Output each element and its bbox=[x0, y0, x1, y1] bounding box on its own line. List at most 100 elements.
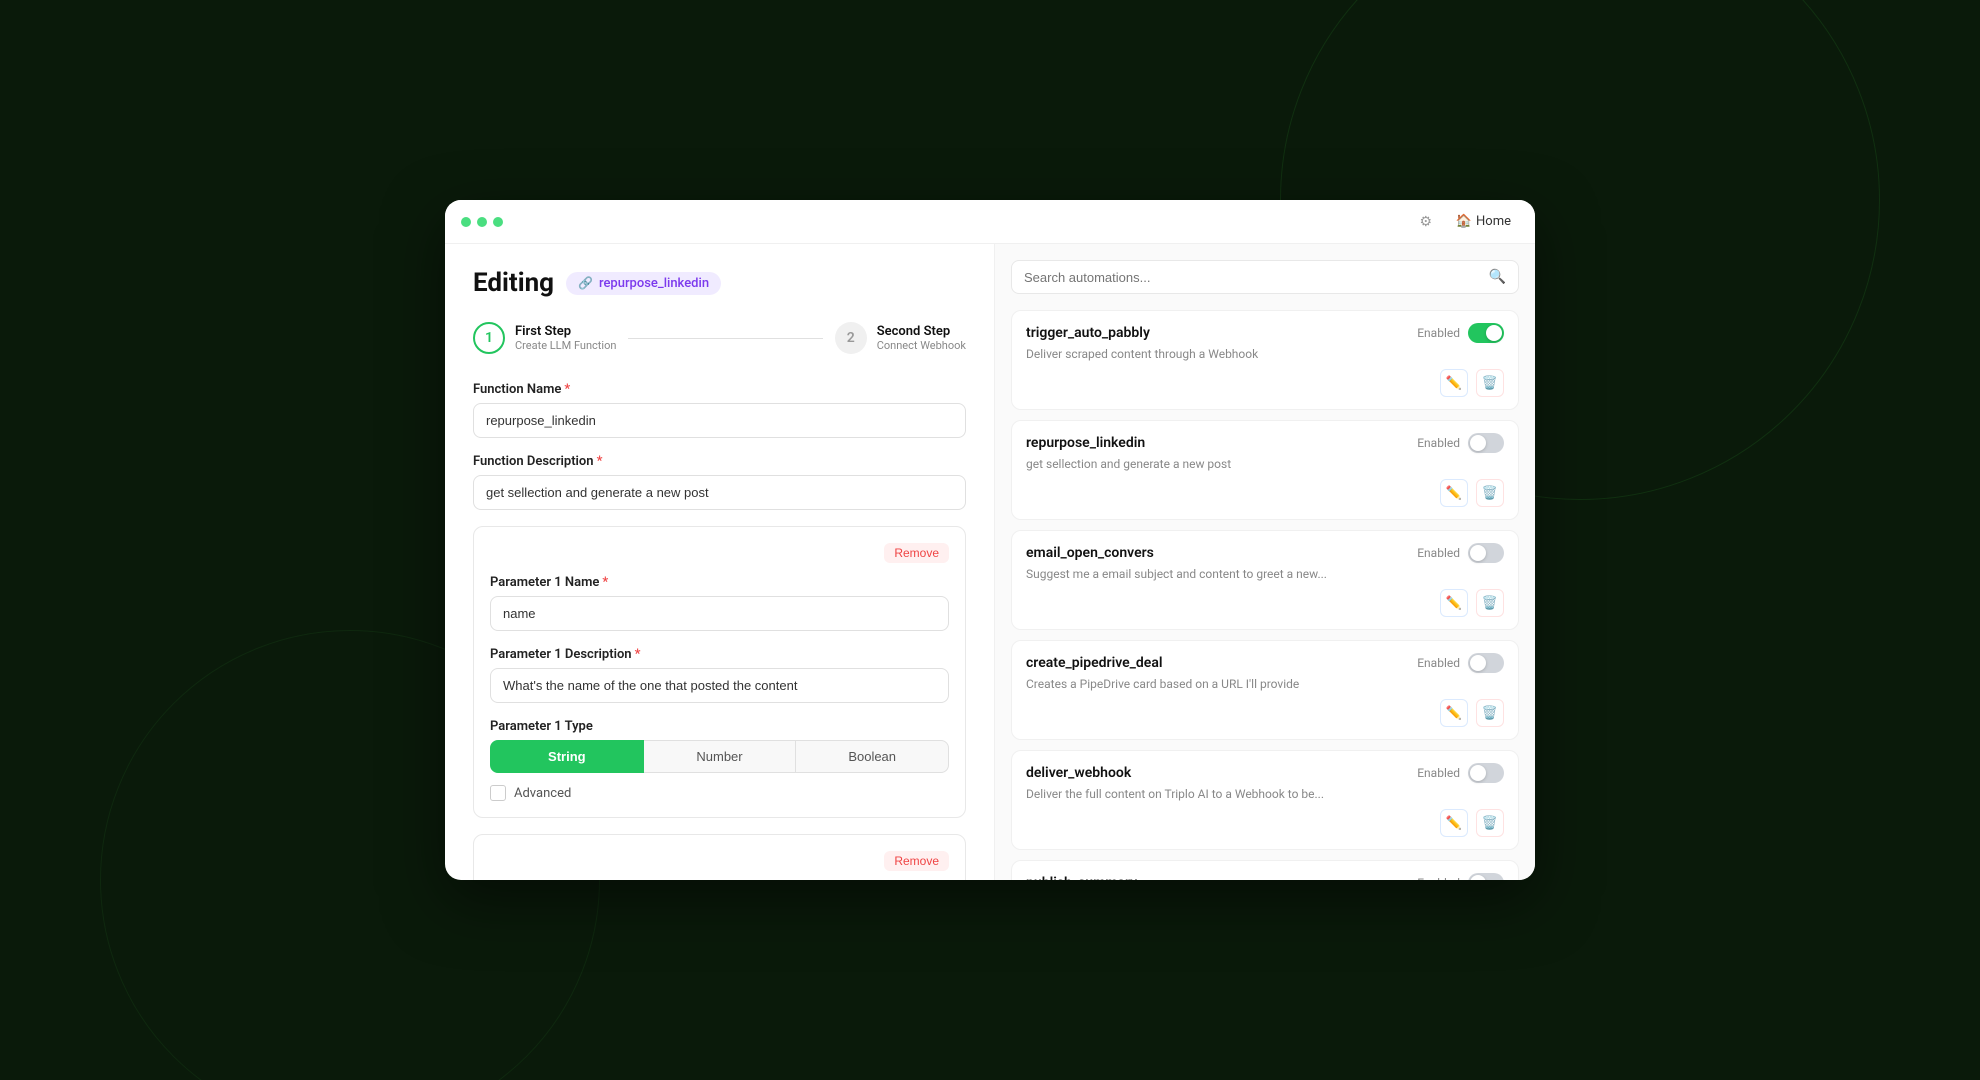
automation-desc: Deliver the full content on Triplo AI to… bbox=[1026, 787, 1504, 801]
automation-actions: ✏️ 🗑️ bbox=[1026, 369, 1504, 397]
step-2[interactable]: 2 Second Step Connect Webhook bbox=[835, 322, 966, 354]
type-number-button[interactable]: Number bbox=[644, 740, 796, 773]
toggle-knob bbox=[1470, 765, 1486, 781]
automation-desc: Suggest me a email subject and content t… bbox=[1026, 567, 1504, 581]
automation-edit-button[interactable]: ✏️ bbox=[1440, 699, 1468, 727]
toggle-knob bbox=[1470, 875, 1486, 880]
automation-actions: ✏️ 🗑️ bbox=[1026, 699, 1504, 727]
param-2-remove-button[interactable]: Remove bbox=[884, 851, 949, 871]
left-panel: Editing 🔗 repurpose_linkedin 1 First Ste… bbox=[445, 244, 995, 880]
toggle-knob bbox=[1470, 545, 1486, 561]
automation-item-trigger_auto_pabbly: trigger_auto_pabbly Enabled Deliver scra… bbox=[1011, 310, 1519, 410]
automation-status-label: Enabled bbox=[1417, 766, 1460, 780]
automation-delete-button[interactable]: 🗑️ bbox=[1476, 809, 1504, 837]
automation-desc: Deliver scraped content through a Webhoo… bbox=[1026, 347, 1504, 361]
automation-name: publish_summary bbox=[1026, 875, 1137, 880]
function-name-input[interactable] bbox=[473, 403, 966, 438]
badge-label: repurpose_linkedin bbox=[599, 276, 709, 291]
param-1-name-group: Parameter 1 Name * bbox=[490, 575, 949, 631]
type-boolean-button[interactable]: Boolean bbox=[795, 740, 949, 773]
automation-status-label: Enabled bbox=[1417, 876, 1460, 880]
automation-toggle[interactable] bbox=[1468, 433, 1504, 453]
home-icon: 🏠 bbox=[1456, 214, 1472, 229]
automation-status-row: Enabled bbox=[1417, 763, 1504, 783]
automation-item-publish_summary: publish_summary Enabled Creates a FB pos… bbox=[1011, 860, 1519, 880]
step-1[interactable]: 1 First Step Create LLM Function bbox=[473, 322, 616, 354]
home-button[interactable]: 🏠 Home bbox=[1448, 210, 1519, 233]
function-name-group: Function Name * bbox=[473, 382, 966, 438]
automation-status-row: Enabled bbox=[1417, 873, 1504, 880]
step-2-sub: Connect Webhook bbox=[877, 339, 966, 352]
automation-delete-button[interactable]: 🗑️ bbox=[1476, 699, 1504, 727]
right-panel: 🔍 trigger_auto_pabbly Enabled Deliver sc… bbox=[995, 244, 1535, 880]
automation-status-row: Enabled bbox=[1417, 543, 1504, 563]
automation-item-deliver_webhook: deliver_webhook Enabled Deliver the full… bbox=[1011, 750, 1519, 850]
automation-edit-button[interactable]: ✏️ bbox=[1440, 479, 1468, 507]
automation-item-email_open_convers: email_open_convers Enabled Suggest me a … bbox=[1011, 530, 1519, 630]
param-1-name-label: Parameter 1 Name * bbox=[490, 575, 949, 590]
automation-toggle[interactable] bbox=[1468, 323, 1504, 343]
automation-delete-button[interactable]: 🗑️ bbox=[1476, 479, 1504, 507]
automation-actions: ✏️ 🗑️ bbox=[1026, 589, 1504, 617]
param-1-name-input[interactable] bbox=[490, 596, 949, 631]
param-1-remove-button[interactable]: Remove bbox=[884, 543, 949, 563]
automation-item-header: repurpose_linkedin Enabled bbox=[1026, 433, 1504, 453]
settings-icon[interactable]: ⚙ bbox=[1416, 212, 1436, 232]
step-1-sub: Create LLM Function bbox=[515, 339, 616, 352]
automation-status-row: Enabled bbox=[1417, 323, 1504, 343]
function-desc-input[interactable] bbox=[473, 475, 966, 510]
page-title: Editing bbox=[473, 268, 554, 298]
automation-toggle[interactable] bbox=[1468, 873, 1504, 880]
automation-status-label: Enabled bbox=[1417, 656, 1460, 670]
param-2-header: Remove bbox=[490, 851, 949, 871]
main-window: ⚙ 🏠 Home Editing 🔗 repurpose_linkedin bbox=[445, 200, 1535, 880]
param-1-type-label: Parameter 1 Type bbox=[490, 719, 949, 734]
automation-actions: ✏️ 🗑️ bbox=[1026, 809, 1504, 837]
automation-delete-button[interactable]: 🗑️ bbox=[1476, 589, 1504, 617]
automation-name: create_pipedrive_deal bbox=[1026, 655, 1163, 671]
window-dots bbox=[461, 217, 503, 227]
param-2-section: Remove Parameter 2 Name * Parameter 2 De… bbox=[473, 834, 966, 880]
automation-delete-button[interactable]: 🗑️ bbox=[1476, 369, 1504, 397]
advanced-checkbox[interactable] bbox=[490, 785, 506, 801]
automation-toggle[interactable] bbox=[1468, 763, 1504, 783]
function-desc-group: Function Description * bbox=[473, 454, 966, 510]
param-1-section: Remove Parameter 1 Name * Parameter 1 De… bbox=[473, 526, 966, 818]
automation-status-label: Enabled bbox=[1417, 326, 1460, 340]
automation-status-row: Enabled bbox=[1417, 433, 1504, 453]
automation-desc: Creates a PipeDrive card based on a URL … bbox=[1026, 677, 1504, 691]
automation-name: deliver_webhook bbox=[1026, 765, 1131, 781]
automation-toggle[interactable] bbox=[1468, 653, 1504, 673]
type-string-button[interactable]: String bbox=[490, 740, 644, 773]
automation-toggle[interactable] bbox=[1468, 543, 1504, 563]
search-input[interactable] bbox=[1024, 270, 1481, 285]
automation-edit-button[interactable]: ✏️ bbox=[1440, 369, 1468, 397]
step-1-number: 1 bbox=[485, 330, 493, 346]
param-1-desc-input[interactable] bbox=[490, 668, 949, 703]
titlebar: ⚙ 🏠 Home bbox=[445, 200, 1535, 244]
step-line bbox=[628, 338, 822, 339]
content-area: Editing 🔗 repurpose_linkedin 1 First Ste… bbox=[445, 244, 1535, 880]
advanced-row: Advanced bbox=[490, 785, 949, 801]
automation-name: email_open_convers bbox=[1026, 545, 1154, 561]
param-1-desc-group: Parameter 1 Description * bbox=[490, 647, 949, 703]
automation-item-header: email_open_convers Enabled bbox=[1026, 543, 1504, 563]
param-1-header: Remove bbox=[490, 543, 949, 563]
param-1-desc-label: Parameter 1 Description * bbox=[490, 647, 949, 662]
step-2-circle: 2 bbox=[835, 322, 867, 354]
automation-badge: 🔗 repurpose_linkedin bbox=[566, 272, 721, 295]
automation-name: trigger_auto_pabbly bbox=[1026, 325, 1150, 341]
advanced-label: Advanced bbox=[514, 786, 571, 801]
automation-edit-button[interactable]: ✏️ bbox=[1440, 809, 1468, 837]
function-name-label: Function Name * bbox=[473, 382, 966, 397]
step-1-circle: 1 bbox=[473, 322, 505, 354]
automation-item-header: create_pipedrive_deal Enabled bbox=[1026, 653, 1504, 673]
param-1-type-group: String Number Boolean bbox=[490, 740, 949, 773]
toggle-knob bbox=[1470, 655, 1486, 671]
automation-item-create_pipedrive_deal: create_pipedrive_deal Enabled Creates a … bbox=[1011, 640, 1519, 740]
automation-item-repurpose_linkedin: repurpose_linkedin Enabled get sellectio… bbox=[1011, 420, 1519, 520]
automations-list: trigger_auto_pabbly Enabled Deliver scra… bbox=[1011, 310, 1519, 880]
automation-edit-button[interactable]: ✏️ bbox=[1440, 589, 1468, 617]
automation-actions: ✏️ 🗑️ bbox=[1026, 479, 1504, 507]
search-icon: 🔍 bbox=[1489, 269, 1506, 285]
